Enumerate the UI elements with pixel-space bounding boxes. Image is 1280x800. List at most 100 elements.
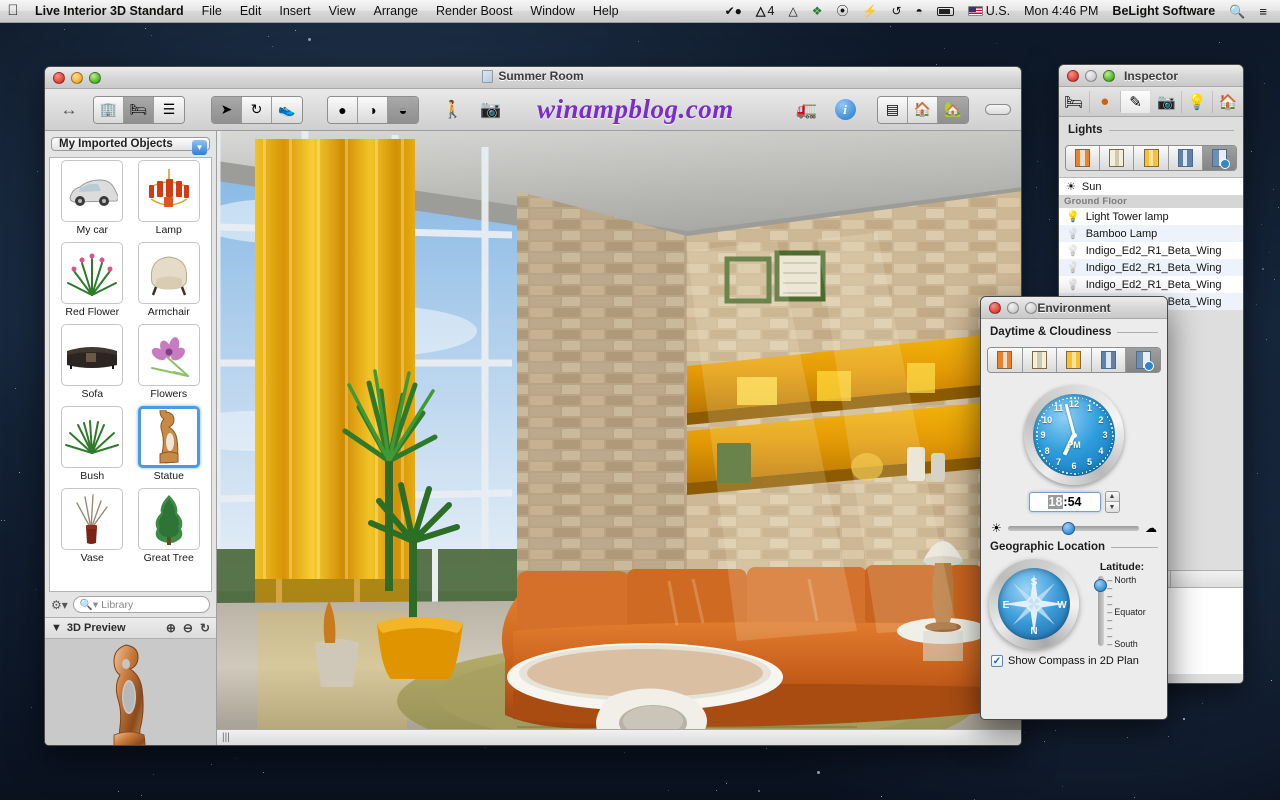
info-icon[interactable]: i (831, 96, 859, 124)
input-source-indicator[interactable]: U.S. (961, 0, 1017, 23)
menu-item-edit[interactable]: Edit (231, 0, 271, 23)
rotate-icon[interactable]: ↻ (242, 96, 272, 123)
show-compass-checkbox[interactable]: ✓ (991, 655, 1003, 667)
env-window-clock-icon[interactable] (1126, 348, 1160, 372)
tab-edit-pencil[interactable]: ✎ (1120, 90, 1152, 113)
google-drive-icon[interactable]: △ (781, 0, 804, 23)
walk-icon[interactable]: 👟 (272, 96, 302, 123)
split-view-icon[interactable]: ▤ (878, 96, 908, 123)
menu-item-help[interactable]: Help (584, 0, 628, 23)
latitude-slider[interactable] (1094, 576, 1108, 646)
dropbox-icon[interactable]: ❖ (805, 0, 830, 23)
menu-item-arrange[interactable]: Arrange (365, 0, 427, 23)
plan-house-icon[interactable]: 🏠 (908, 96, 938, 123)
env-window-night-icon[interactable] (1091, 348, 1127, 372)
latitude-slider-knob[interactable] (1094, 579, 1108, 593)
chevron-down-icon[interactable]: ▼ (192, 140, 207, 155)
moving-truck-icon[interactable]: 🚛 (793, 96, 821, 124)
toolbar-toggle-pill[interactable] (985, 104, 1011, 115)
evernote-icon[interactable]: ⦿ (829, 0, 855, 23)
inspector-minimize-button[interactable] (1085, 69, 1097, 82)
light-list-item[interactable]: 💡 Indigo_Ed2_R1_Beta_Wing (1059, 259, 1243, 276)
library-category-popup[interactable]: My Imported Objects ▼ (51, 137, 210, 155)
menu-item-window[interactable]: Window (521, 0, 583, 23)
library-item-lamp[interactable]: Lamp (133, 160, 206, 240)
library-item-flowers[interactable]: Flowers (133, 324, 206, 404)
stepper-up-icon[interactable]: ▲ (1105, 492, 1119, 502)
tab-camera[interactable]: 📷 (1151, 90, 1183, 113)
window-night-icon[interactable] (1168, 146, 1203, 170)
env-window-evening-icon[interactable] (1057, 348, 1092, 372)
flash-icon[interactable]: ⚡ (856, 0, 885, 23)
time-stepper[interactable]: ▲ ▼ (1104, 491, 1120, 513)
show-compass-row[interactable]: ✓ Show Compass in 2D Plan (981, 649, 1167, 673)
gear-icon[interactable]: ⚙▾ (51, 598, 68, 612)
zoom-out-icon[interactable]: ⊖ (183, 621, 193, 635)
furniture-icon[interactable]: 🛏 (124, 96, 154, 123)
menu-item-view[interactable]: View (320, 0, 365, 23)
rotate-icon[interactable]: ↻ (200, 621, 210, 635)
env-window-dusk-icon[interactable] (988, 348, 1023, 372)
resize-grip[interactable]: ||| (222, 732, 230, 743)
tab-material-sphere[interactable]: ● (1090, 91, 1121, 112)
analog-clock-icon[interactable]: PM 12 1 2 3 4 5 6 7 8 9 10 11 (1024, 385, 1124, 485)
inspector-close-button[interactable] (1067, 69, 1079, 82)
inspector-titlebar[interactable]: Inspector (1059, 65, 1243, 87)
environment-close-button[interactable] (989, 301, 1001, 314)
camera-icon[interactable]: 📷 (477, 96, 505, 124)
preview-3d-canvas[interactable] (45, 639, 216, 745)
list-icon[interactable]: ☰ (154, 96, 184, 123)
compass-rose-icon[interactable]: S N E W (989, 559, 1079, 649)
apple-menu-icon[interactable]:  (0, 3, 26, 20)
house-icon[interactable]: 🏡 (938, 96, 968, 123)
adobe-icon[interactable]: △ 4 (749, 0, 782, 23)
library-item-red-flower[interactable]: Red Flower (56, 242, 129, 322)
library-item-great-tree[interactable]: Great Tree (133, 488, 206, 568)
library-item-bush[interactable]: Bush (56, 406, 129, 486)
window-dusk-icon[interactable] (1066, 146, 1101, 170)
battery-icon[interactable] (930, 6, 961, 16)
stepper-down-icon[interactable]: ▼ (1105, 502, 1119, 512)
menubar-user[interactable]: BeLight Software (1105, 0, 1222, 23)
disclosure-triangle-icon[interactable]: ▼ (51, 622, 62, 634)
3d-viewport[interactable]: ||| (217, 131, 1021, 745)
library-item-armchair[interactable]: Armchair (133, 242, 206, 322)
wifi-icon[interactable]: ◓ (909, 0, 930, 23)
zoom-in-icon[interactable]: ⊕ (166, 621, 176, 635)
library-item-statue[interactable]: Statue (133, 406, 206, 486)
light-list-item[interactable]: ☀ Sun (1059, 178, 1243, 195)
window-clock-icon[interactable] (1202, 146, 1236, 170)
building-icon[interactable]: 🏢 (94, 96, 124, 123)
tab-house[interactable]: 🏠 (1213, 91, 1243, 113)
half-sphere-icon[interactable]: ◑ (358, 96, 388, 123)
search-input[interactable]: 🔍▾ Library (72, 596, 210, 613)
cloudiness-slider-knob[interactable] (1062, 521, 1076, 535)
cloudiness-slider[interactable] (1007, 521, 1139, 535)
menu-item-render-boost[interactable]: Render Boost (427, 0, 521, 23)
walking-person-icon[interactable]: 🚶 (439, 96, 467, 124)
light-list-item[interactable]: 💡 Bamboo Lamp (1059, 225, 1243, 242)
menu-app-name[interactable]: Live Interior 3D Standard (26, 0, 193, 23)
tab-light-bulb[interactable]: 💡 (1182, 90, 1214, 113)
notification-center-icon[interactable]: ≡ (1252, 0, 1274, 23)
light-list-item[interactable]: 💡 Indigo_Ed2_R1_Beta_Wing (1059, 276, 1243, 293)
pointer-icon[interactable]: ➤ (212, 96, 242, 123)
light-list-item[interactable]: 💡 Light Tower lamp (1059, 208, 1243, 225)
main-titlebar[interactable]: Summer Room (45, 67, 1021, 89)
window-evening-icon[interactable] (1134, 146, 1169, 170)
tab-object-measure[interactable]: 🛏 (1059, 90, 1090, 113)
time-input[interactable]: 18:54 (1028, 492, 1101, 512)
environment-minimize-button[interactable] (1007, 301, 1019, 314)
environment-zoom-button[interactable] (1025, 301, 1037, 314)
library-item-vase[interactable]: Vase (56, 488, 129, 568)
search-icon[interactable]: 🔍 (1222, 0, 1252, 23)
timemachine-icon[interactable]: ↺ (884, 0, 908, 23)
close-button[interactable] (53, 71, 65, 84)
env-window-day-icon[interactable] (1022, 348, 1058, 372)
resize-arrows-icon[interactable]: ↔ (55, 96, 83, 124)
minimize-button[interactable] (71, 71, 83, 84)
menu-item-insert[interactable]: Insert (270, 0, 319, 23)
menubar-clock[interactable]: Mon 4:46 PM (1017, 0, 1105, 23)
menu-item-file[interactable]: File (193, 0, 231, 23)
zoom-button[interactable] (89, 71, 101, 84)
